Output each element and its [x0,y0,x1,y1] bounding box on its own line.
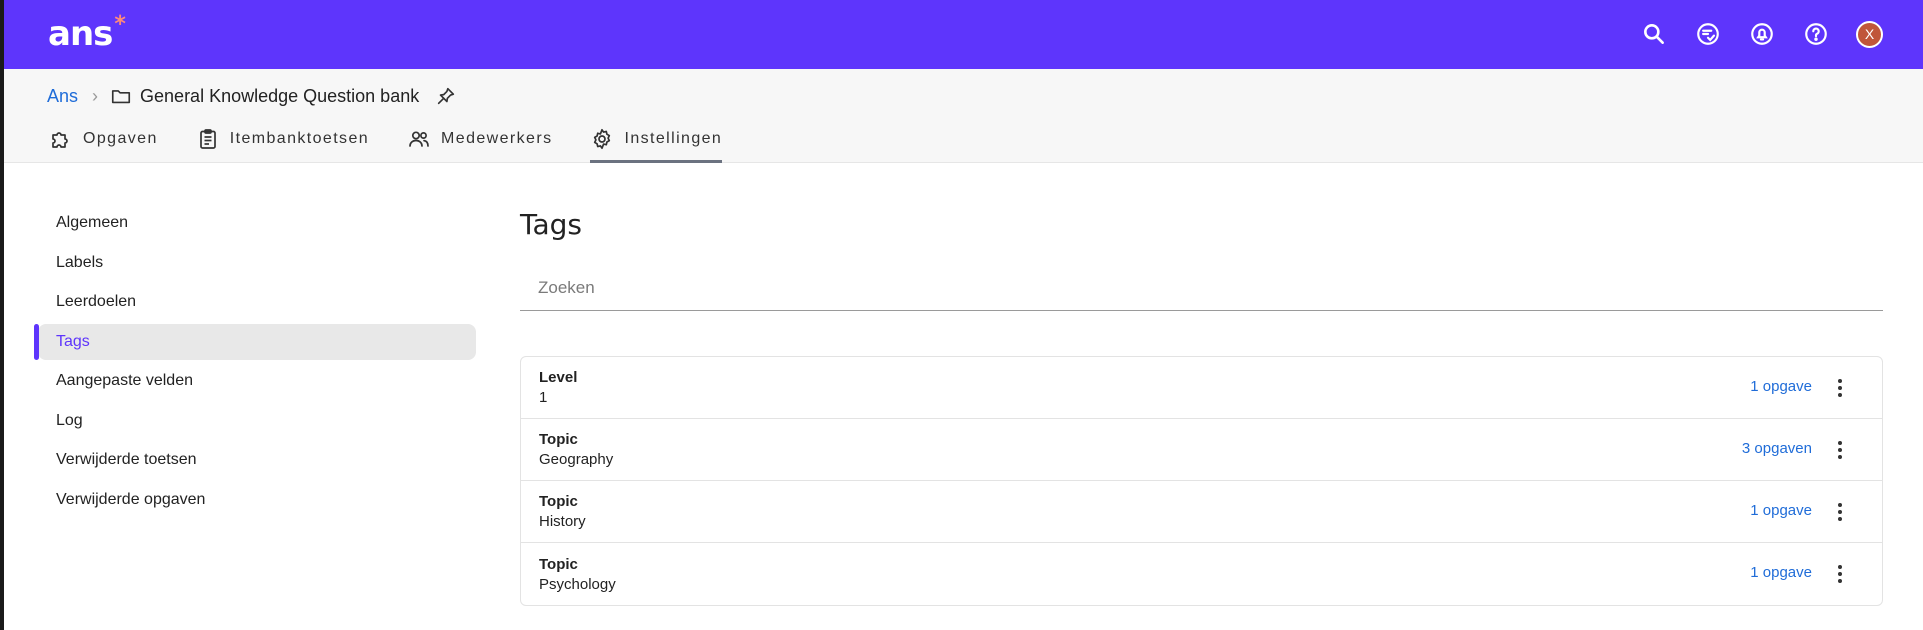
more-vertical-icon[interactable] [1828,562,1852,586]
tab-label: Instellingen [624,130,723,147]
tab-itembanktoetsen[interactable]: Itembanktoetsen [196,125,369,163]
tab-opgaven[interactable]: Opgaven [49,125,158,163]
tab-medewerkers[interactable]: Medewerkers [407,125,552,163]
tag-row: Topic Geography 3 opgaven [521,419,1882,481]
tag-count-link[interactable]: 1 opgave [1750,378,1812,395]
page-title: Tags [520,208,582,241]
tab-label: Opgaven [83,130,158,147]
more-vertical-icon[interactable] [1828,376,1852,400]
tag-value: Psychology [539,575,616,593]
help-icon[interactable] [1802,20,1830,48]
sidebar-item-labels[interactable]: Labels [38,245,476,281]
chevron-right-icon: › [92,85,99,106]
tab-label: Medewerkers [441,130,553,147]
more-vertical-icon[interactable] [1828,438,1852,462]
tag-count-link[interactable]: 1 opgave [1750,502,1812,519]
sidebar-item-verwijderde-toetsen[interactable]: Verwijderde toetsen [38,442,476,478]
tab-instellingen[interactable]: Instellingen [590,125,722,163]
tag-count-link[interactable]: 3 opgaven [1742,440,1812,457]
tag-list: Level 1 1 opgave Topic Geography 3 opgav… [520,356,1883,606]
tag-row: Topic History 1 opgave [521,481,1882,543]
search-icon[interactable] [1640,20,1668,48]
tag-count-link[interactable]: 1 opgave [1750,564,1812,581]
tag-key: Topic [539,431,578,448]
main-content: Tags Level 1 1 opgave Topic Geography 3 … [520,205,1883,606]
logo-text: ans [48,14,113,54]
tab-label: Itembanktoetsen [229,130,370,147]
tag-row: Level 1 1 opgave [521,357,1882,419]
sidebar-item-log[interactable]: Log [38,403,476,439]
sidebar-item-aangepaste-velden[interactable]: Aangepaste velden [38,363,476,399]
search-input[interactable] [520,265,1883,311]
tag-row: Topic Psychology 1 opgave [521,543,1882,605]
more-vertical-icon[interactable] [1828,500,1852,524]
sidebar-item-algemeen[interactable]: Algemeen [38,205,476,241]
pin-icon[interactable] [435,85,457,107]
tag-text: Topic Psychology [539,556,616,593]
page-header: Ans › General Knowledge Question bank Op… [4,69,1923,163]
notification-icon[interactable] [1748,20,1776,48]
page-title-breadcrumb: General Knowledge Question bank [140,85,420,106]
top-bar: ans* X [4,0,1923,69]
ans-logo[interactable]: ans* [48,12,126,54]
tag-key: Topic [539,555,578,573]
tag-value: History [539,513,586,530]
sidebar-item-tags[interactable]: Tags [34,323,476,360]
people-icon [409,131,429,147]
tag-value: 1 [539,389,548,406]
sidebar-item-verwijderde-opgaven[interactable]: Verwijderde opgaven [38,482,476,518]
tag-text: Topic History [539,493,586,530]
logo-star: * [114,12,125,37]
sidebar-item-leerdoelen[interactable]: Leerdoelen [38,284,476,320]
tag-key: Topic [539,493,578,510]
tag-value: Geography [539,451,614,468]
puzzle-icon [52,132,68,148]
top-icons: X [1640,20,1883,48]
tab-bar: Opgaven Itembanktoetsen Medewerkers Inst… [49,125,760,163]
folder-icon [111,90,131,104]
gear-icon [594,128,611,150]
breadcrumb: Ans › General Knowledge Question bank [47,85,457,107]
tag-key: Level [539,369,578,386]
settings-sidebar: Algemeen Labels Leerdoelen Tags Aangepas… [34,205,476,521]
clipboard-icon [199,129,216,149]
breadcrumb-root-link[interactable]: Ans [47,86,78,107]
feedback-icon[interactable] [1694,20,1722,48]
avatar[interactable]: X [1856,20,1883,48]
tag-text: Topic Geography [539,431,613,468]
tag-text: Level 1 [539,369,577,406]
